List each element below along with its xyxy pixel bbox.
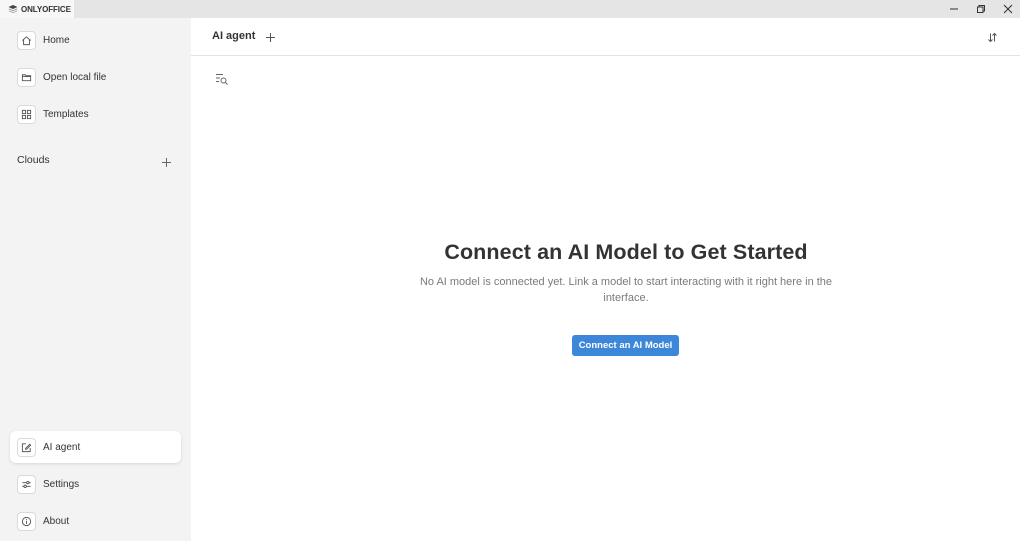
empty-state-title: Connect an AI Model to Get Started	[444, 240, 808, 264]
minimize-button[interactable]	[941, 0, 967, 18]
new-chat-button[interactable]	[263, 30, 277, 44]
plus-icon	[161, 157, 171, 167]
add-cloud-button[interactable]	[159, 155, 173, 169]
sidebar-item-label: Home	[43, 34, 70, 46]
sidebar-item-label: Templates	[43, 108, 89, 120]
minimize-icon	[950, 8, 958, 10]
chat-history-button[interactable]	[214, 71, 230, 87]
main-header: AI agent	[191, 18, 1020, 56]
sidebar-item-settings[interactable]: Settings	[10, 468, 181, 500]
plus-icon	[265, 32, 275, 42]
onlyoffice-logo-icon	[8, 5, 18, 13]
empty-state-description: No AI model is connected yet. Link a mod…	[419, 276, 833, 304]
ai-edit-icon	[17, 437, 36, 457]
grid-icon	[17, 104, 36, 124]
sidebar-item-about[interactable]: About	[10, 505, 181, 537]
home-icon	[17, 30, 36, 50]
title-bar: ONLYOFFICE	[0, 0, 1020, 18]
sidebar-item-label: AI agent	[43, 441, 81, 453]
restore-button[interactable]	[968, 0, 994, 18]
main-panel: AI agent Connect an AI Model to Get Star…	[191, 18, 1020, 541]
sidebar-item-templates[interactable]: Templates	[10, 98, 181, 130]
sidebar-item-label: About	[43, 515, 70, 527]
empty-state: Connect an AI Model to Get Started No AI…	[416, 240, 836, 306]
sidebar-item-label: Open local file	[43, 71, 107, 83]
sidebar-item-label: Settings	[43, 478, 80, 490]
sidebar-item-open-local-file[interactable]: Open local file	[10, 61, 181, 93]
app-tab[interactable]: ONLYOFFICE	[0, 0, 74, 18]
connect-ai-model-button[interactable]: Connect an AI Model	[572, 335, 679, 356]
sidebar-item-home[interactable]: Home	[10, 24, 181, 56]
sliders-icon	[17, 474, 36, 494]
clouds-heading: Clouds	[17, 154, 50, 166]
close-button[interactable]	[995, 0, 1020, 18]
close-icon	[1003, 4, 1013, 14]
folder-icon	[17, 67, 36, 87]
info-icon	[17, 511, 36, 531]
sort-button[interactable]	[985, 30, 999, 44]
page-title: AI agent	[212, 30, 256, 42]
restore-icon	[977, 5, 985, 13]
list-search-icon	[216, 74, 228, 85]
sort-icon	[987, 32, 997, 42]
sidebar-item-ai-agent[interactable]: AI agent	[10, 431, 181, 463]
sidebar: Home Open local file Templates Clouds AI…	[0, 18, 191, 541]
app-name: ONLYOFFICE	[21, 4, 71, 14]
